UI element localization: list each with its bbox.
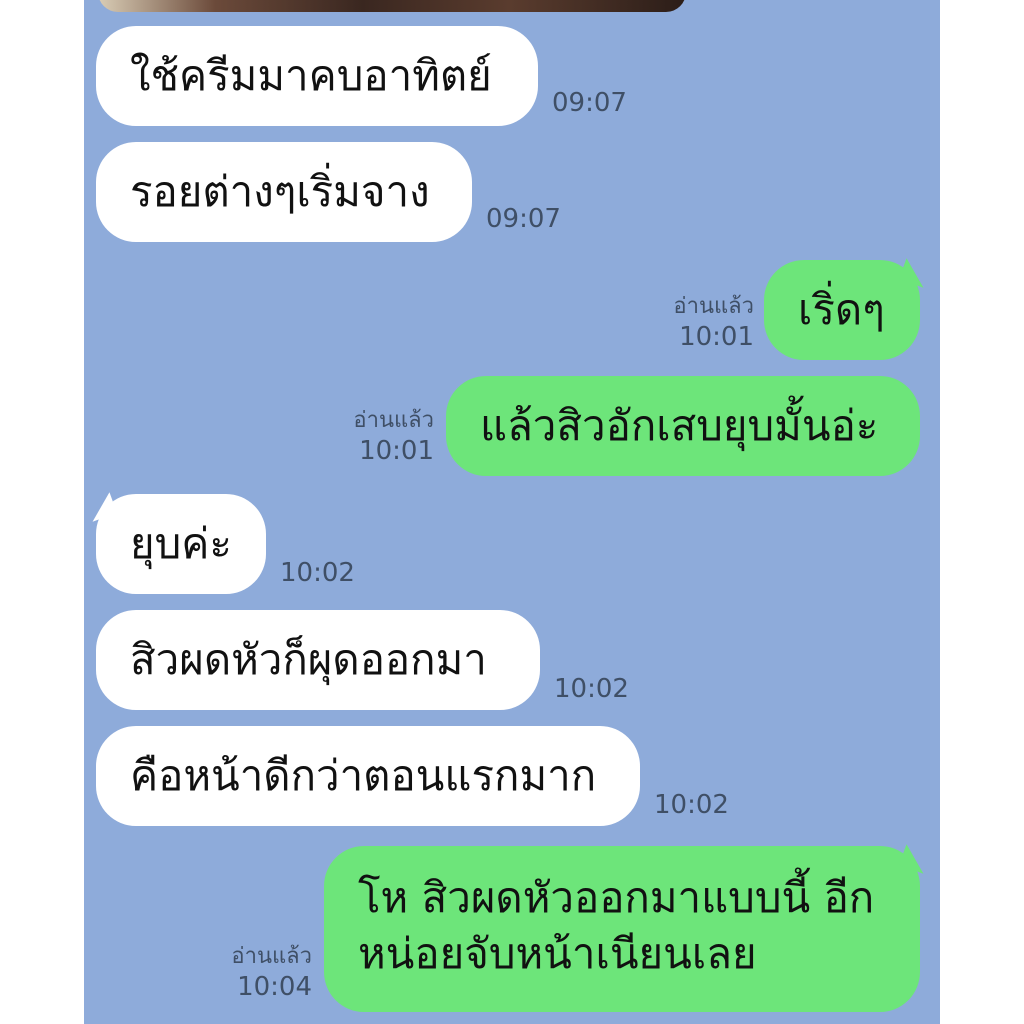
message-time: 10:04 bbox=[237, 972, 312, 1002]
message-time: 09:07 bbox=[552, 88, 627, 118]
message-meta: อ่านแล้ว 10:04 bbox=[231, 942, 312, 1002]
incoming-message-bubble[interactable]: ใช้ครีมมาคบอาทิตย์ bbox=[96, 26, 538, 126]
message-time: 10:02 bbox=[280, 558, 355, 588]
read-status: อ่านแล้ว bbox=[231, 944, 312, 969]
message-meta: อ่านแล้ว 10:01 bbox=[353, 406, 434, 466]
message-meta: อ่านแล้ว 10:01 bbox=[673, 292, 754, 352]
message-time: 10:02 bbox=[654, 790, 729, 820]
message-text: รอยต่างๆเริ่มจาง bbox=[130, 167, 430, 216]
outgoing-message-bubble[interactable]: แล้วสิวอักเสบยุบมั้นอ่ะ bbox=[446, 376, 920, 476]
incoming-message-bubble[interactable]: คือหน้าดีกว่าตอนแรกมาก bbox=[96, 726, 640, 826]
message-text: ใช้ครีมมาคบอาทิตย์ bbox=[130, 51, 492, 100]
message-time: 10:01 bbox=[359, 436, 434, 466]
outgoing-message-bubble[interactable]: เริ่ดๆ bbox=[764, 260, 920, 360]
message-text: โห สิวผดหัวออกมาแบบนี้ อีกหน่อยจับหน้าเน… bbox=[358, 873, 875, 978]
incoming-message-bubble[interactable]: ยุบค่ะ bbox=[96, 494, 266, 594]
incoming-message-bubble[interactable]: รอยต่างๆเริ่มจาง bbox=[96, 142, 472, 242]
message-time: 10:02 bbox=[554, 674, 629, 704]
incoming-message-bubble[interactable]: สิวผดหัวก็ผุดออกมา bbox=[96, 610, 540, 710]
message-text: ยุบค่ะ bbox=[130, 519, 232, 568]
message-time: 09:07 bbox=[486, 204, 561, 234]
message-text: เริ่ดๆ bbox=[798, 285, 885, 334]
chat-area[interactable]: ใช้ครีมมาคบอาทิตย์ 09:07 รอยต่างๆเริ่มจา… bbox=[84, 0, 940, 1024]
message-text: คือหน้าดีกว่าตอนแรกมาก bbox=[130, 751, 597, 800]
read-status: อ่านแล้ว bbox=[673, 294, 754, 319]
message-text: สิวผดหัวก็ผุดออกมา bbox=[130, 635, 487, 684]
message-text: แล้วสิวอักเสบยุบมั้นอ่ะ bbox=[480, 401, 879, 450]
message-time: 10:01 bbox=[679, 322, 754, 352]
shared-photo[interactable] bbox=[98, 0, 686, 12]
outgoing-message-bubble[interactable]: โห สิวผดหัวออกมาแบบนี้ อีกหน่อยจับหน้าเน… bbox=[324, 846, 920, 1012]
read-status: อ่านแล้ว bbox=[353, 408, 434, 433]
